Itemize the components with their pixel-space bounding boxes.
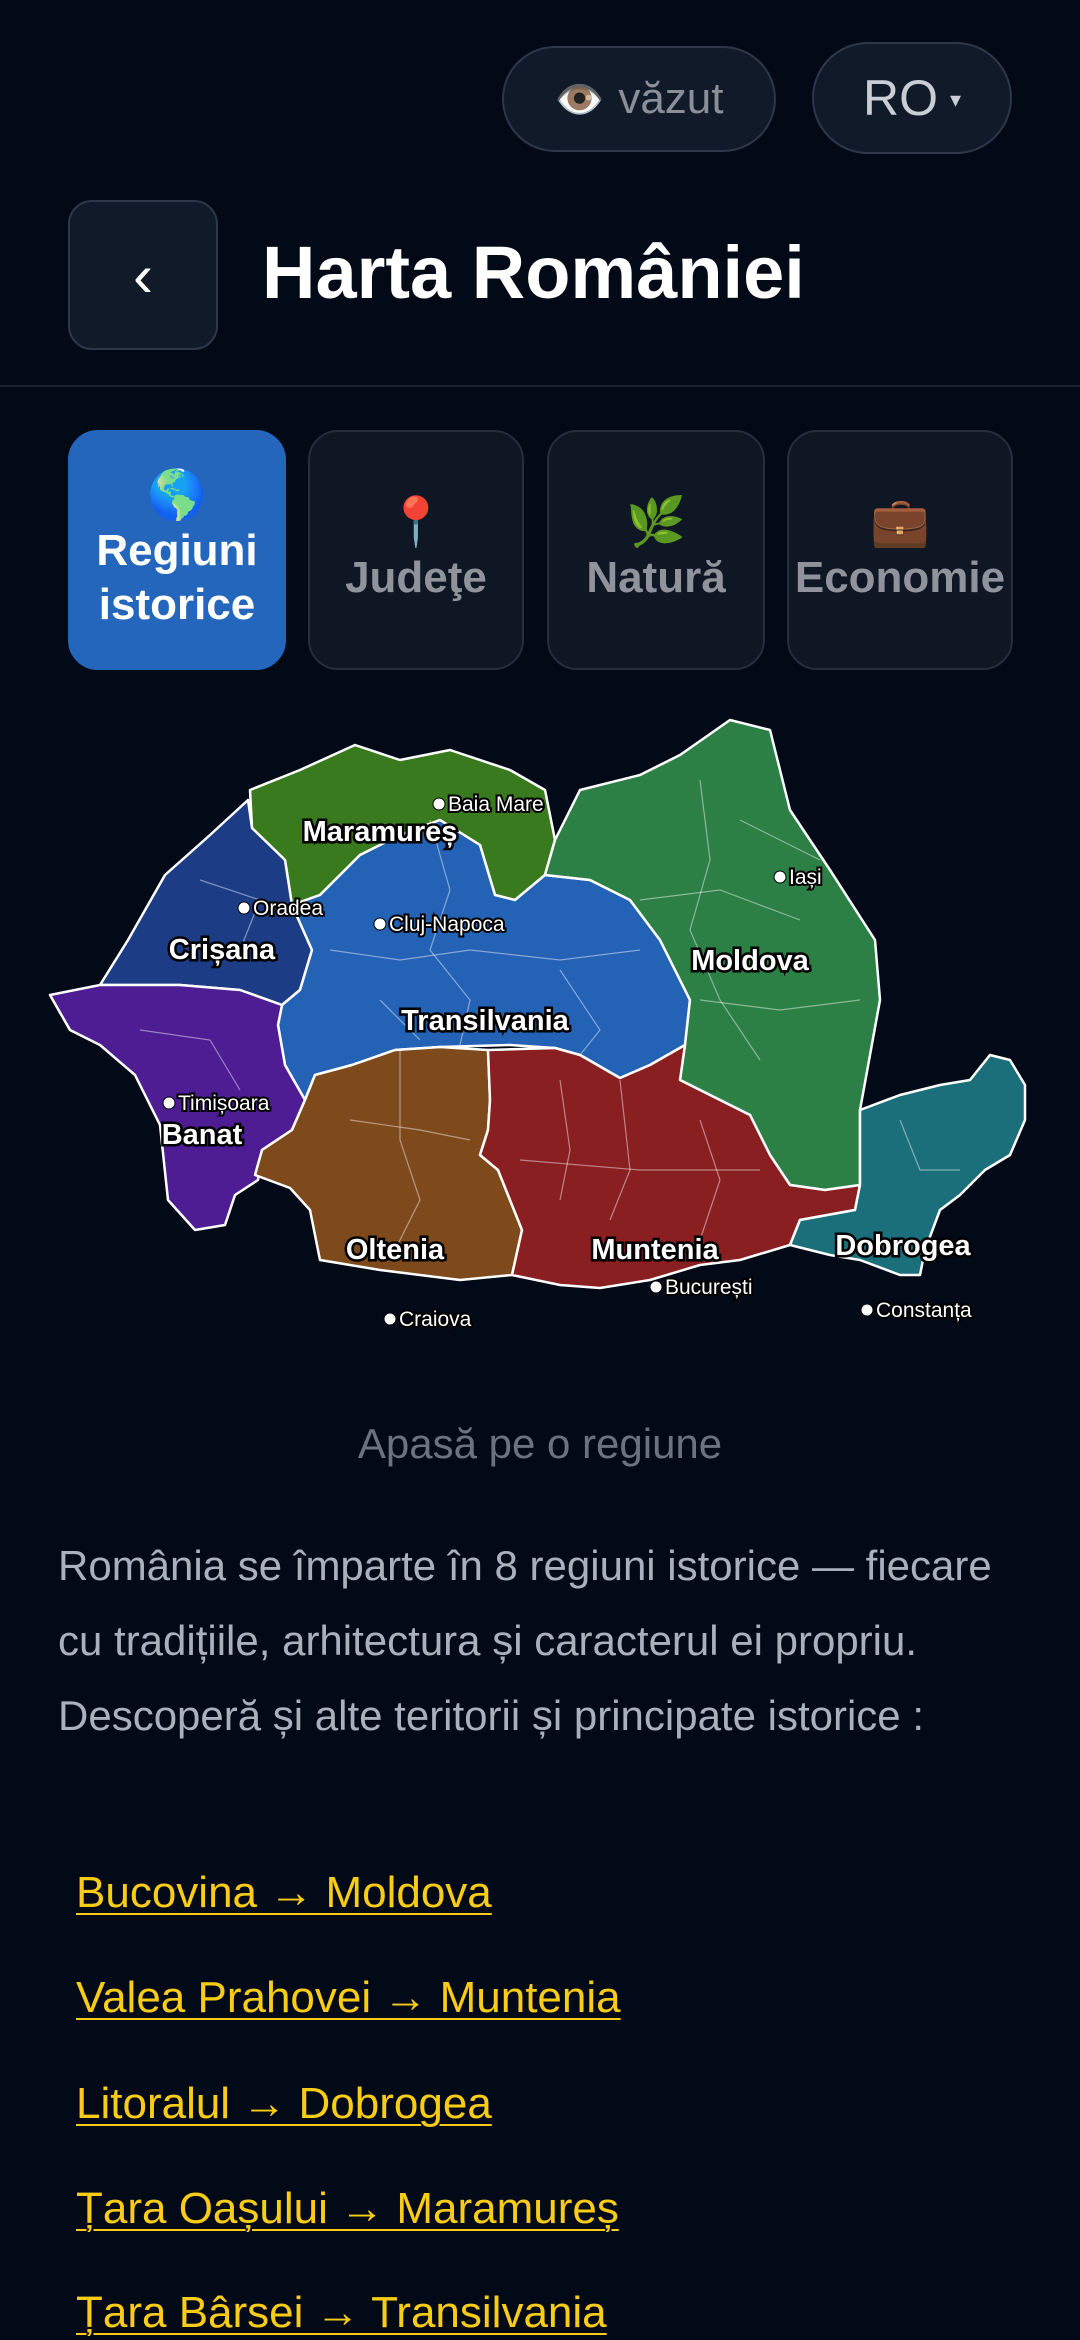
link-tara-barsei[interactable]: Țara Bârsei → Transilvania (76, 2288, 607, 2338)
eye-icon: 👁️ (554, 77, 605, 122)
tab-judete[interactable]: 📍 Judeţe (308, 430, 524, 670)
region-label-dobrogea: Dobrogea (835, 1230, 971, 1262)
tab-label: Judeţe (345, 553, 487, 602)
seen-toggle-button[interactable]: 👁️ văzut (502, 46, 776, 152)
romania-regions-map: Maramureș Crișana Transilvania Moldova B… (48, 718, 1027, 1333)
page-title: Harta României (262, 231, 805, 314)
city-label-baia-mare: Baia Mare (448, 793, 544, 816)
tab-natura[interactable]: 🌿 Natură (547, 430, 765, 670)
chevron-left-icon: ‹ (133, 241, 153, 309)
link-tara-oasului[interactable]: Țara Oașului → Maramureș (76, 2184, 619, 2234)
tab-label: Regiuni istorice (96, 526, 258, 629)
region-label-banat: Banat (162, 1119, 243, 1151)
region-label-transilvania: Transilvania (401, 1005, 570, 1037)
city-label-constanta: Constanța (876, 1299, 972, 1322)
city-label-oradea: Oradea (253, 897, 323, 920)
language-label: RO (862, 70, 938, 126)
region-label-maramures: Maramureș (303, 816, 458, 848)
city-dot-cluj-napoca[interactable] (373, 917, 387, 931)
header-divider (0, 385, 1080, 387)
herb-icon: 🌿 (626, 496, 686, 549)
tab-economie[interactable]: 💼 Economie (787, 430, 1013, 670)
globe-icon: 🌎 (147, 469, 207, 522)
back-button[interactable]: ‹ (68, 200, 218, 350)
tab-label: Economie (794, 553, 1006, 602)
link-litoralul[interactable]: Litoralul → Dobrogea (76, 2079, 492, 2129)
link-bucovina[interactable]: Bucovina → Moldova (76, 1868, 492, 1918)
map-hint: Apasă pe o regiune (357, 1420, 723, 1467)
city-label-bucuresti: București (665, 1276, 753, 1299)
link-valea-prahovei[interactable]: Valea Prahovei → Muntenia (76, 1973, 621, 2023)
city-dot-iasi[interactable] (773, 870, 787, 884)
region-label-crisana: Crișana (169, 934, 276, 966)
city-label-cluj-napoca: Cluj-Napoca (389, 913, 505, 936)
chevron-down-icon: ▾ (949, 87, 962, 112)
city-label-craiova: Craiova (399, 1308, 472, 1331)
briefcase-icon: 💼 (870, 496, 930, 549)
city-dot-oradea[interactable] (237, 901, 251, 915)
language-selector[interactable]: RO ▾ (812, 42, 1012, 154)
city-dot-constanta[interactable] (860, 1303, 874, 1317)
description-text: România se împarte în 8 regiuni istorice… (58, 1542, 992, 1739)
region-label-moldova: Moldova (691, 945, 809, 977)
city-dot-bucuresti[interactable] (649, 1280, 663, 1294)
city-dot-timisoara[interactable] (162, 1096, 176, 1110)
pin-icon: 📍 (386, 496, 446, 549)
tab-label: Natură (586, 553, 726, 602)
region-label-muntenia: Muntenia (591, 1234, 719, 1266)
city-dot-baia-mare[interactable] (432, 797, 446, 811)
seen-label: văzut (618, 74, 724, 123)
city-label-iasi: Iași (789, 866, 822, 889)
city-label-timisoara: Timișoara (178, 1092, 270, 1115)
tab-regiuni-istorice[interactable]: 🌎 Regiuni istorice (68, 430, 286, 670)
region-label-oltenia: Oltenia (346, 1234, 445, 1266)
city-dot-craiova[interactable] (383, 1312, 397, 1326)
